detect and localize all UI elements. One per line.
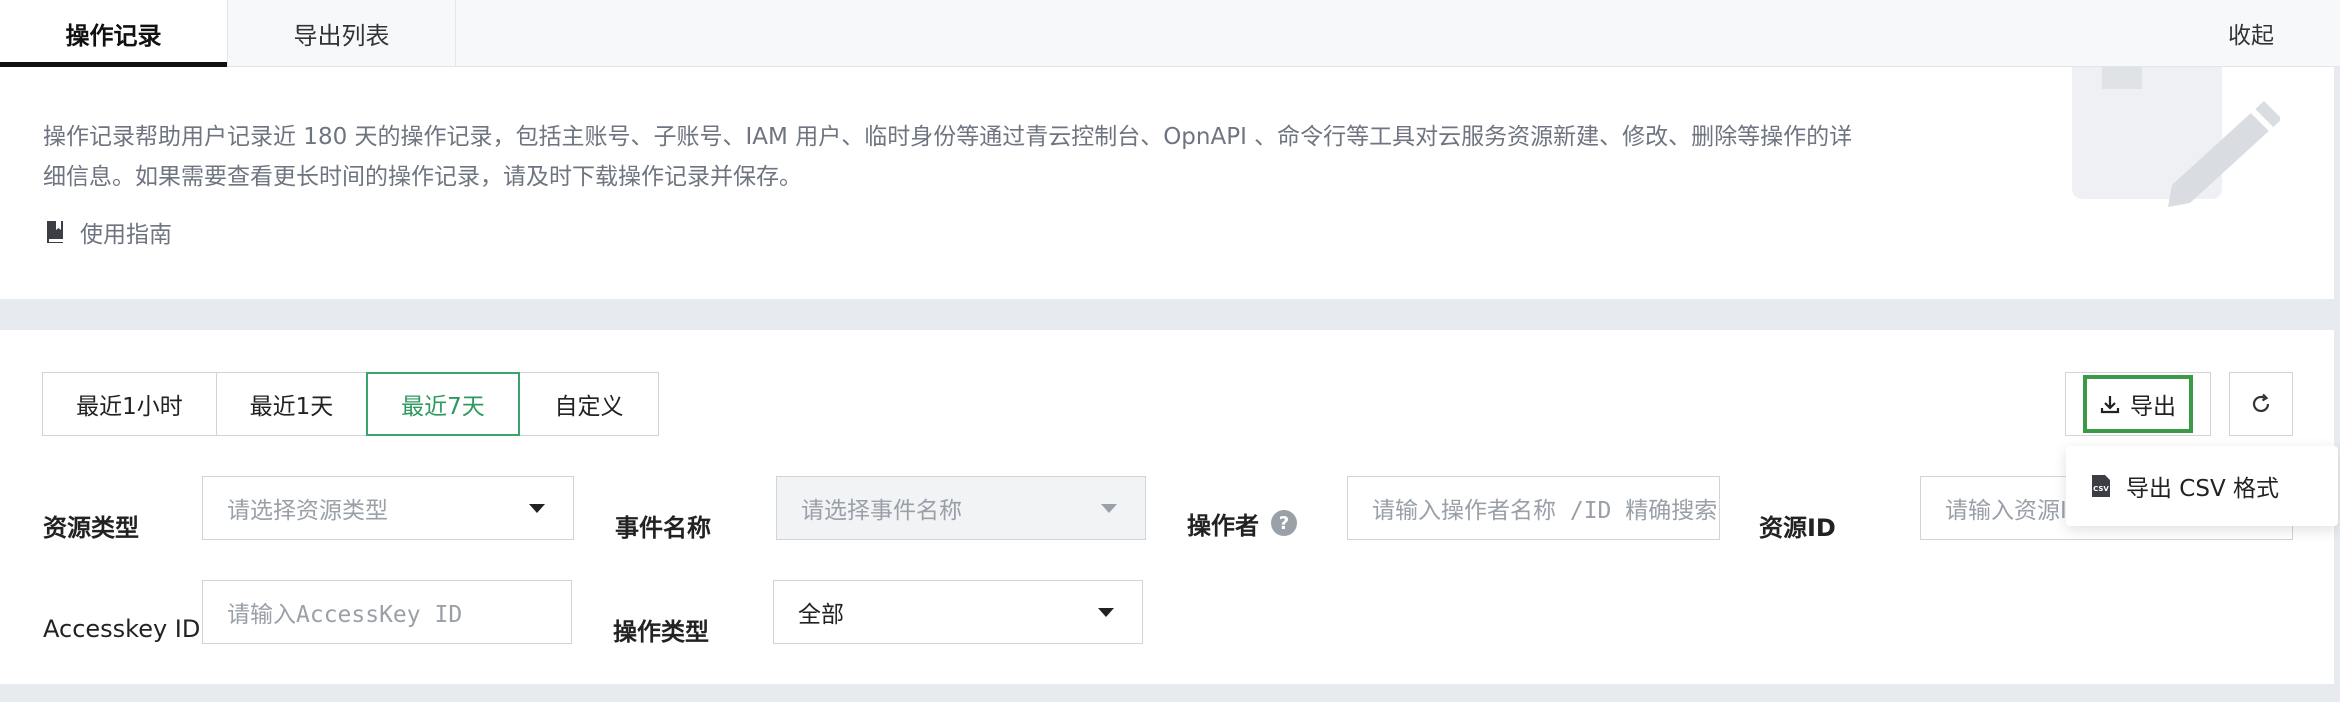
resource-id-placeholder: 请输入资源ID — [1945, 498, 2085, 524]
intro-line-2: 细信息。如果需要查看更长时间的操作记录，请及时下载操作记录并保存。 — [43, 164, 802, 190]
time-range-1-hour[interactable]: 最近1小时 — [42, 372, 217, 436]
collapse-button[interactable]: 收起 — [2228, 16, 2274, 50]
operation-type-label: 操作类型 — [613, 617, 709, 646]
time-range-1-day[interactable]: 最近1天 — [216, 372, 367, 436]
operator-placeholder: 请输入操作者名称 /ID 精确搜索 — [1372, 498, 1718, 524]
resource-type-label: 资源类型 — [43, 513, 139, 542]
event-name-label: 事件名称 — [615, 513, 711, 542]
operator-input[interactable]: 请输入操作者名称 /ID 精确搜索 — [1347, 476, 1720, 540]
accesskey-id-input[interactable]: 请输入AccessKey ID — [202, 580, 572, 644]
operation-type-select[interactable]: 全部 — [773, 580, 1143, 644]
time-range-custom[interactable]: 自定义 — [519, 372, 659, 436]
intro-card: 操作记录帮助用户记录近 180 天的操作记录，包括主账号、子账号、IAM 用户、… — [0, 67, 2334, 299]
time-range-7-days[interactable]: 最近7天 — [366, 372, 520, 436]
export-csv-option[interactable]: 导出 CSV 格式 — [2126, 469, 2279, 503]
tab-label: 操作记录 — [65, 22, 162, 50]
chevron-down-icon — [529, 504, 545, 513]
resource-id-label: 资源ID — [1759, 513, 1836, 542]
operator-label-group: 操作者 ? — [1187, 506, 1297, 540]
accesskey-id-placeholder: 请输入AccessKey ID — [227, 602, 463, 628]
event-name-placeholder: 请选择事件名称 — [801, 498, 962, 524]
operator-label: 操作者 — [1187, 511, 1259, 540]
filter-panel: 最近1小时 最近1天 最近7天 自定义 导出 CSV 导出 CSV 格式 资源类… — [0, 330, 2338, 684]
edit-document-illustration — [2072, 67, 2280, 207]
refresh-icon — [2252, 393, 2270, 413]
chevron-down-icon — [1098, 608, 1114, 617]
accesskey-id-label: Accesskey ID — [43, 615, 201, 643]
top-tab-bar: 操作记录 导出列表 收起 — [0, 0, 2340, 67]
tab-export-list[interactable]: 导出列表 — [228, 0, 456, 67]
usage-guide-label: 使用指南 — [80, 222, 172, 248]
intro-description: 操作记录帮助用户记录近 180 天的操作记录，包括主账号、子账号、IAM 用户、… — [43, 117, 1943, 197]
csv-file-icon: CSV — [2092, 475, 2110, 497]
export-button-highlight[interactable]: 导出 — [2083, 375, 2193, 433]
svg-text:CSV: CSV — [2093, 485, 2109, 493]
export-menu: CSV 导出 CSV 格式 — [2066, 446, 2338, 526]
chevron-down-icon — [1101, 504, 1117, 513]
resource-type-placeholder: 请选择资源类型 — [227, 498, 388, 524]
tab-operation-records[interactable]: 操作记录 — [0, 0, 228, 67]
time-range-selector: 最近1小时 最近1天 最近7天 自定义 — [42, 372, 659, 436]
download-icon — [2100, 396, 2120, 414]
export-button[interactable]: 导出 — [2065, 372, 2211, 436]
question-icon[interactable]: ? — [1271, 510, 1297, 536]
book-icon — [47, 221, 63, 243]
intro-line-1: 操作记录帮助用户记录近 180 天的操作记录，包括主账号、子账号、IAM 用户、… — [43, 124, 1853, 150]
event-name-select[interactable]: 请选择事件名称 — [776, 476, 1146, 540]
usage-guide-link[interactable]: 使用指南 — [44, 215, 172, 249]
resource-type-select[interactable]: 请选择资源类型 — [202, 476, 574, 540]
refresh-button[interactable] — [2229, 372, 2293, 436]
tab-label: 导出列表 — [293, 22, 390, 50]
operation-type-value: 全部 — [798, 602, 844, 628]
export-label: 导出 — [2130, 394, 2176, 420]
